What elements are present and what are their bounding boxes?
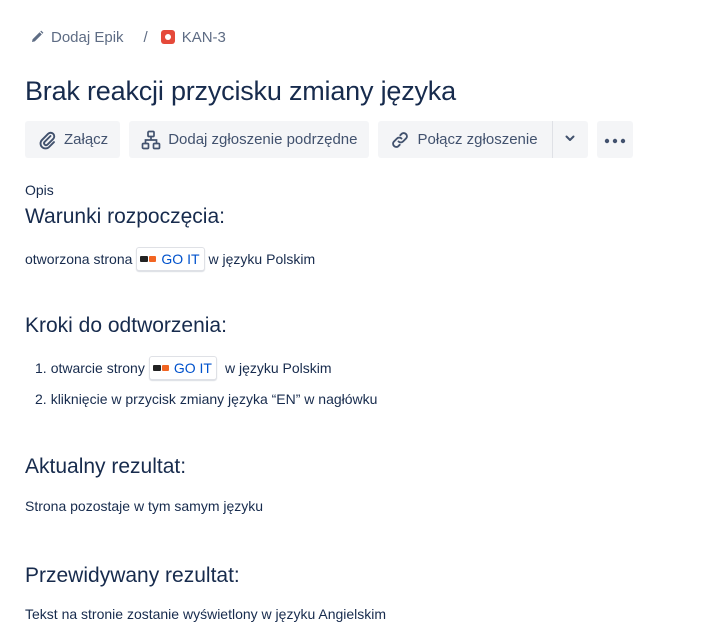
step-number: 2. [35,390,47,407]
goit-logo-icon [152,364,169,372]
link-issue-split-button: Połącz zgłoszenie [378,121,588,158]
expected-result-heading: Przewidywany rezultat: [25,564,240,587]
more-icon [604,131,626,148]
breadcrumb-issue[interactable]: KAN-3 [160,29,226,46]
add-child-issue-button[interactable]: Dodaj zgłoszenie podrzędne [129,121,370,158]
step-text-before: otwarcie strony [50,359,145,376]
link-issue-button[interactable]: Połącz zgłoszenie [378,121,552,158]
attach-button[interactable]: Załącz [25,121,121,158]
actual-result-text: Strona pozostaje w tym samym języku [25,498,264,514]
goit-link-label: GO IT [161,251,200,267]
issue-toolbar: Załącz Dodaj zgłoszenie podrzędne Połącz… [25,121,642,158]
link-issue-label: Połącz zgłoszenie [417,131,538,148]
hierarchy-icon [140,129,162,151]
actual-result-heading: Aktualny rezultat: [25,455,187,478]
pencil-icon [29,29,45,45]
steps-heading: Kroki do odtworzenia: [25,314,227,337]
attach-label: Załącz [64,131,109,148]
list-item: 2. kliknięcie w przycisk zmiany języka “… [35,385,377,412]
goit-smart-link[interactable]: GO IT [148,355,217,380]
breadcrumb-epic-label: Dodaj Epik [51,28,124,46]
goit-logo-icon [140,255,157,263]
issue-title[interactable]: Brak reakcji przycisku zmiany języka [25,76,456,107]
preconditions-text-before: otworzona strona [25,251,133,267]
steps-list: 1. otwarcie strony GO IT w języku Polski… [35,354,377,416]
bug-icon [160,29,176,45]
link-issue-dropdown-button[interactable] [551,121,588,158]
chevron-down-icon [564,131,576,148]
step-number: 1. [35,359,47,376]
preconditions-text-after: w języku Polskim [208,251,316,267]
goit-smart-link[interactable]: GO IT [136,247,205,271]
breadcrumb-epic[interactable]: Dodaj Epik [29,29,124,46]
preconditions-heading: Warunki rozpoczęcia: [25,205,225,228]
goit-link-label: GO IT [173,359,212,376]
list-item: 1. otwarcie strony GO IT w języku Polski… [35,354,377,381]
description-label: Opis [25,182,54,198]
breadcrumb-issue-key: KAN-3 [181,28,226,46]
expected-result-text: Tekst na stronie zostanie wyświetlony w … [25,606,387,622]
link-icon [389,129,411,151]
breadcrumb: Dodaj Epik / KAN-3 [29,26,226,48]
breadcrumb-separator: / [143,28,148,46]
preconditions-paragraph: otworzona strona GO IT w języku Polskim [25,247,315,271]
step-text: kliknięcie w przycisk zmiany języka “EN”… [50,390,378,407]
paperclip-icon [36,129,58,151]
add-child-label: Dodaj zgłoszenie podrzędne [168,131,358,148]
step-text-after: w języku Polskim [224,359,332,376]
more-actions-button[interactable] [596,121,633,158]
